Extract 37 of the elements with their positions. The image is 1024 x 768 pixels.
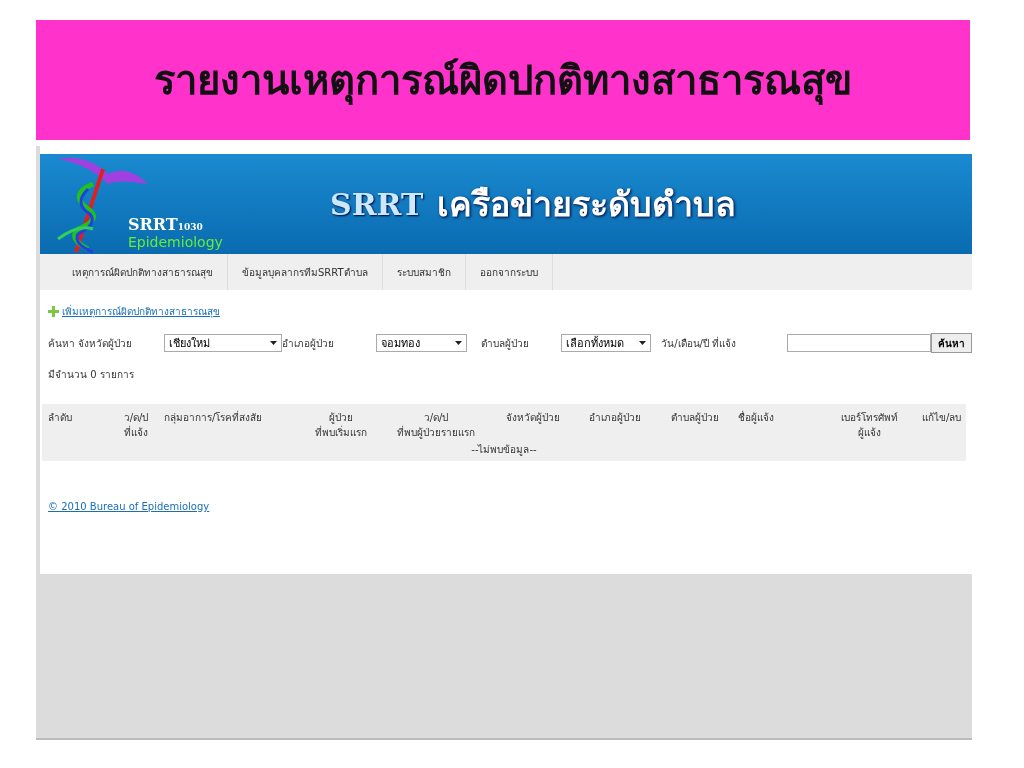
column-header: ชื่อผู้แจ้ง — [737, 410, 775, 426]
site-title: เครือข่ายระดับตำบล — [437, 183, 737, 226]
search-button[interactable]: ค้นหา — [931, 333, 972, 353]
caret-icon — [269, 341, 277, 345]
column-header: ผู้ป่วย ที่พบเริ่มแรก — [314, 411, 368, 440]
add-event-link[interactable]: เพิ่มเหตุการณ์ผิดปกติทางสาธารณสุข — [62, 304, 220, 319]
column-header: จังหวัดผู้ป่วย — [505, 411, 561, 426]
nav-item[interactable]: เหตุการณ์ผิดปกติทางสาธารณสุข — [40, 254, 228, 290]
nav-item[interactable]: ระบบสมาชิก — [382, 254, 466, 290]
column-header: ว/ด/ป ที่แจ้ง — [122, 411, 150, 440]
logo-title: SRRT1030 — [128, 215, 204, 234]
column-header: กลุ่มอาการ/โรคที่สงสัย — [163, 410, 264, 426]
nav-item[interactable]: ออกจากระบบ — [465, 254, 553, 290]
copyright-link[interactable]: © 2010 Bureau of Epidemiology — [48, 501, 210, 512]
date-input[interactable] — [787, 334, 931, 352]
record-count: มีจำนวน 0 รายการ — [48, 368, 135, 382]
column-header: ลำดับ — [47, 411, 73, 425]
nav-item[interactable]: ข้อมูลบุคลากรทีมSRRTตำบล — [228, 254, 383, 290]
column-header: แก้ไข/ลบ — [921, 411, 963, 425]
plus-icon — [48, 306, 59, 317]
logo-subtitle: Epidemiology — [128, 234, 223, 250]
subdistrict-label: ตำบลผู้ป่วย — [481, 336, 531, 351]
caret-icon — [639, 341, 647, 345]
brand-name: SRRT — [330, 186, 424, 222]
column-header: อำเภอผู้ป่วย — [588, 411, 642, 426]
empty-message: --ไม่พบข้อมูล-- — [471, 444, 537, 455]
search-label: ค้นหา จังหวัดผู้ป่วย — [48, 336, 134, 351]
subdistrict-select[interactable]: เลือกทั้งหมด — [561, 334, 652, 352]
date-label: วัน/เดือน/ปี ที่แจ้ง — [661, 335, 738, 351]
column-header: เบอร์โทรศัพท์ ผู้แจ้ง — [839, 411, 899, 440]
district-label: อำเภอผู้ป่วย — [281, 336, 335, 351]
column-header: ตำบลผู้ป่วย — [670, 411, 720, 426]
caret-icon — [455, 341, 463, 345]
district-select[interactable]: จอมทอง — [375, 334, 468, 352]
slide-title: รายงานเหตุการณ์ผิดปกติทางสาธารณสุข — [154, 56, 852, 107]
column-header: ว/ด/ป ที่พบผู้ป่วยรายแรก — [396, 411, 476, 440]
province-select[interactable]: เชียงใหม่ — [163, 334, 282, 352]
